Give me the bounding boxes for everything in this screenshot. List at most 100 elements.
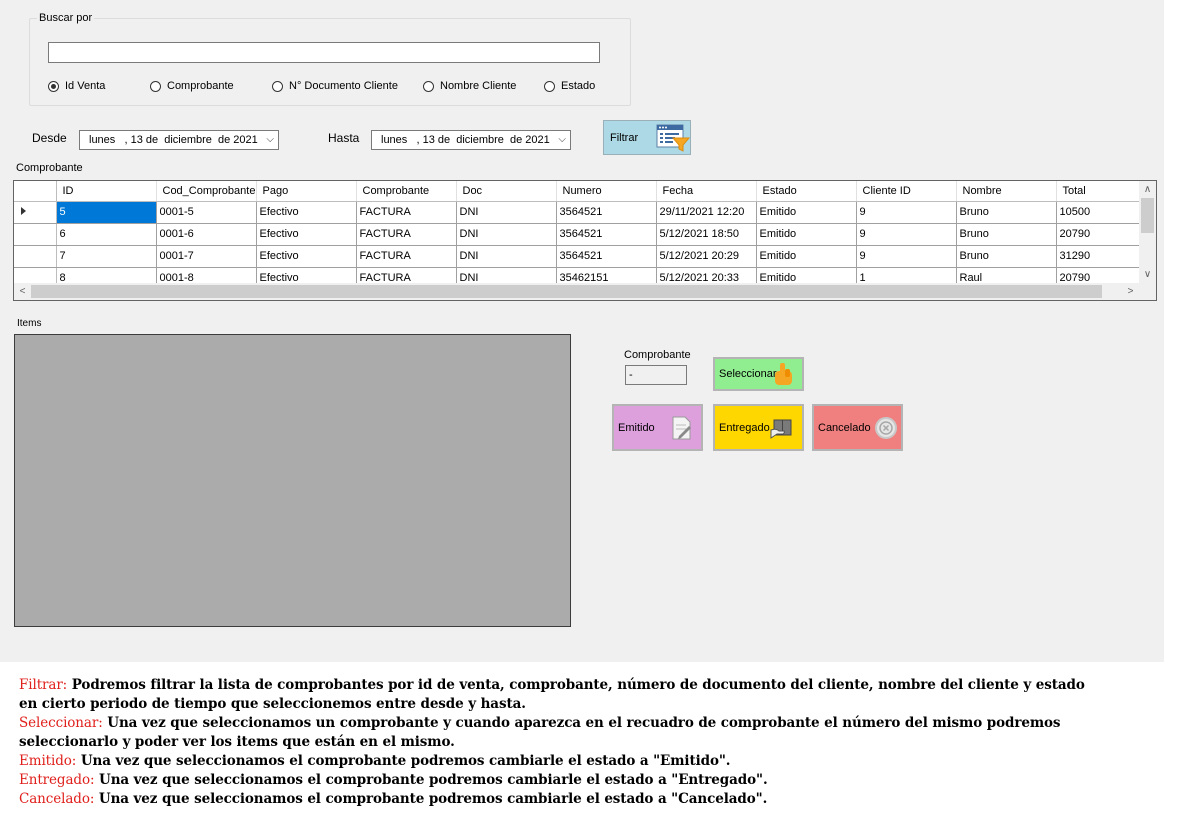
scroll-up-icon[interactable]: ∧ <box>1139 181 1156 198</box>
table-row[interactable]: 6 0001-6 Efectivo FACTURA DNI 3564521 5/12/202… <box>14 223 1141 246</box>
scroll-thumb[interactable] <box>1141 198 1154 233</box>
form-window: Buscar por Id Venta Comprobante N° Docum… <box>0 0 1164 662</box>
column-header[interactable]: Total <box>1056 181 1141 202</box>
radio-indicator <box>150 80 161 92</box>
emitido-button[interactable]: Emitido <box>612 404 703 451</box>
grid-label: Comprobante <box>16 162 83 174</box>
comprobantes-grid[interactable]: ID Cod_Comprobante Pago Comprobante Doc … <box>13 180 1157 301</box>
table-cell[interactable]: Emitido <box>756 245 857 268</box>
table-cell[interactable]: Bruno <box>956 223 1057 246</box>
radio-nombre-cliente[interactable]: Nombre Cliente <box>423 78 516 94</box>
table-cell[interactable]: 10500 <box>1056 201 1141 224</box>
column-header[interactable]: Fecha <box>656 181 757 202</box>
scroll-thumb[interactable] <box>31 285 1102 298</box>
seleccionar-button[interactable]: Seleccionar <box>713 357 804 391</box>
column-header[interactable]: Comprobante <box>356 181 457 202</box>
table-cell[interactable]: Efectivo <box>256 223 357 246</box>
table-cell[interactable]: Efectivo <box>256 245 357 268</box>
desde-label: Desde <box>32 131 67 145</box>
table-cell[interactable]: 0001-5 <box>156 201 257 224</box>
scroll-down-icon[interactable]: ∨ <box>1139 266 1156 283</box>
scroll-right-icon[interactable]: > <box>1122 283 1139 300</box>
table-cell[interactable]: 5/12/2021 20:29 <box>656 245 757 268</box>
column-header[interactable]: Doc <box>456 181 557 202</box>
grid-horizontal-scrollbar[interactable]: < > <box>14 283 1139 300</box>
row-header[interactable] <box>14 201 57 224</box>
entregado-button[interactable]: Entregado <box>713 404 804 451</box>
radio-label: Nombre Cliente <box>440 80 517 92</box>
radio-label: Id Venta <box>65 80 106 92</box>
comprobante-field: - <box>625 365 687 385</box>
chevron-down-icon: ⌵ <box>558 134 566 145</box>
radio-label: N° Documento Cliente <box>289 80 398 92</box>
radio-comprobante[interactable]: Comprobante <box>150 78 234 94</box>
table-cell[interactable]: DNI <box>456 245 557 268</box>
table-cell[interactable]: FACTURA <box>356 223 457 246</box>
table-cell[interactable]: 5 <box>56 201 157 224</box>
table-cell[interactable]: 5/12/2021 18:50 <box>656 223 757 246</box>
description-body: Una vez que seleccionamos un comprobante… <box>19 715 1061 750</box>
table-cell[interactable]: Bruno <box>956 245 1057 268</box>
hasta-date-value: lunes , 13 de diciembre de 2021 <box>381 134 550 146</box>
column-header[interactable]: Pago <box>256 181 357 202</box>
table-cell[interactable]: 7 <box>56 245 157 268</box>
table-row[interactable]: 7 0001-7 Efectivo FACTURA DNI 3564521 5/12/202… <box>14 245 1141 268</box>
table-cell[interactable]: Emitido <box>756 223 857 246</box>
table-cell[interactable]: 29/11/2021 12:20 <box>656 201 757 224</box>
cancelado-label: Cancelado <box>818 421 871 434</box>
table-cell[interactable]: 9 <box>856 223 957 246</box>
description-entregado: Entregado: Una vez que seleccionamos el … <box>19 771 1099 790</box>
description-body: Una vez que seleccionamos el comprobante… <box>76 753 731 769</box>
column-header[interactable]: Numero <box>556 181 657 202</box>
table-cell[interactable]: FACTURA <box>356 245 457 268</box>
radio-id-venta[interactable]: Id Venta <box>48 78 105 94</box>
table-cell[interactable]: 9 <box>856 201 957 224</box>
table-cell[interactable]: 3564521 <box>556 201 657 224</box>
table-cell[interactable]: FACTURA <box>356 201 457 224</box>
table-cell[interactable]: 6 <box>56 223 157 246</box>
description-key: Filtrar: <box>19 677 68 693</box>
table-cell[interactable]: 0001-6 <box>156 223 257 246</box>
desde-datepicker[interactable]: lunes , 13 de diciembre de 2021 ⌵ <box>79 130 279 150</box>
radio-indicator <box>544 80 555 92</box>
table-row[interactable]: 5 0001-5 Efectivo FACTURA DNI 3564521 29/11/20… <box>14 201 1141 224</box>
entregado-label: Entregado <box>719 421 770 434</box>
description-body: Podremos filtrar la lista de comprobante… <box>19 677 1085 712</box>
table-cell[interactable]: Bruno <box>956 201 1057 224</box>
column-header[interactable]: Cod_Comprobante <box>156 181 257 202</box>
cancelado-button[interactable]: Cancelado <box>812 404 903 451</box>
table-cell[interactable]: 3564521 <box>556 223 657 246</box>
column-header[interactable]: Cliente ID <box>856 181 957 202</box>
radio-indicator <box>48 80 59 92</box>
description-seleccionar: Seleccionar: Una vez que seleccionamos u… <box>19 714 1099 752</box>
scroll-left-icon[interactable]: < <box>14 283 31 300</box>
table-cell[interactable]: 31290 <box>1056 245 1141 268</box>
search-group-title: Buscar por <box>37 12 95 24</box>
radio-label: Estado <box>561 80 596 92</box>
description-key: Entregado: <box>19 772 95 788</box>
filter-button[interactable]: Filtrar <box>603 120 691 155</box>
table-cell[interactable]: Emitido <box>756 201 857 224</box>
row-header[interactable] <box>14 245 57 268</box>
table-cell[interactable]: 3564521 <box>556 245 657 268</box>
radio-estado[interactable]: Estado <box>544 78 595 94</box>
description-body: Una vez que seleccionamos el comprobante… <box>94 791 768 807</box>
document-edit-icon <box>672 416 691 439</box>
hasta-datepicker[interactable]: lunes , 13 de diciembre de 2021 ⌵ <box>371 130 571 150</box>
search-input[interactable] <box>48 42 600 63</box>
table-cell[interactable]: DNI <box>456 201 557 224</box>
items-grid[interactable] <box>14 334 571 627</box>
table-cell[interactable]: 9 <box>856 245 957 268</box>
column-header[interactable]: Nombre <box>956 181 1057 202</box>
table-cell[interactable]: 0001-7 <box>156 245 257 268</box>
table-cell[interactable]: DNI <box>456 223 557 246</box>
column-header[interactable]: Estado <box>756 181 857 202</box>
table-cell[interactable]: 20790 <box>1056 223 1141 246</box>
description-body: Una vez que seleccionamos el comprobante… <box>94 772 768 788</box>
desde-date-value: lunes , 13 de diciembre de 2021 <box>89 134 258 146</box>
column-header[interactable]: ID <box>56 181 157 202</box>
table-cell[interactable]: Efectivo <box>256 201 357 224</box>
row-header[interactable] <box>14 223 57 246</box>
grid-vertical-scrollbar[interactable]: ∧ ∨ <box>1139 181 1156 283</box>
radio-documento-cliente[interactable]: N° Documento Cliente <box>272 78 398 94</box>
